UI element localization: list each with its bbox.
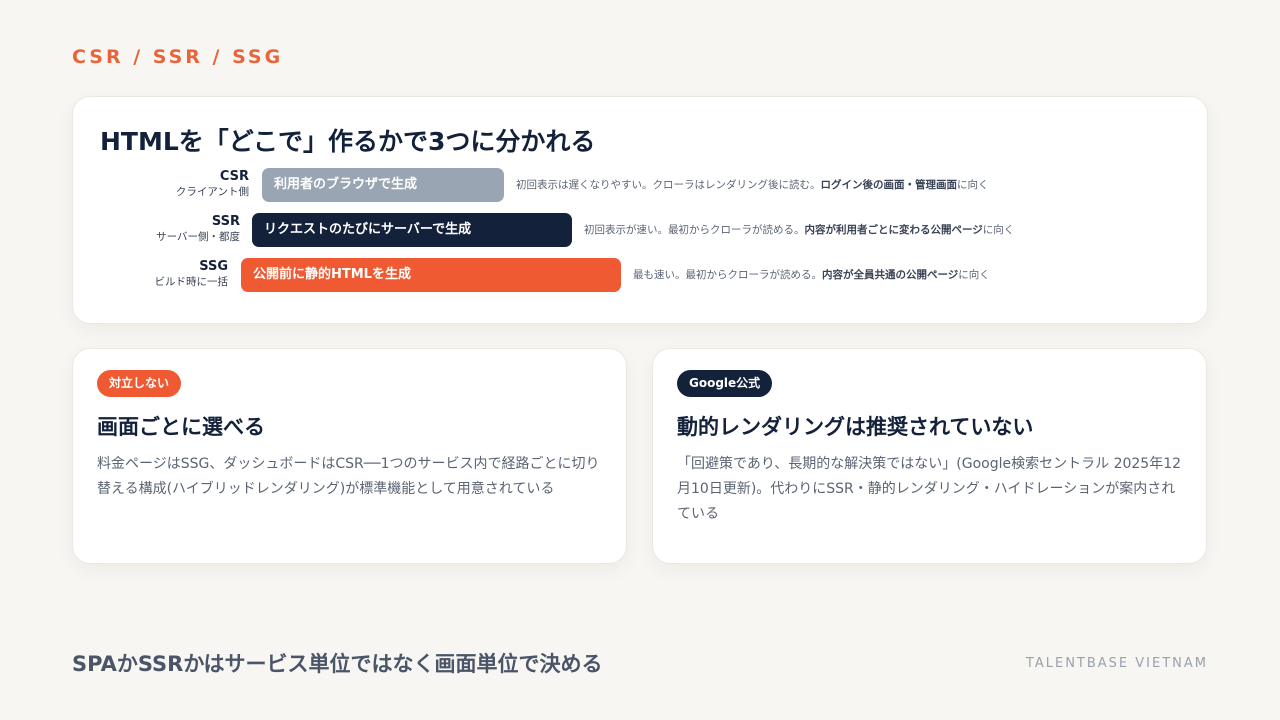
row-description: 初回表示が速い。最初からクローラが読める。内容が利用者ごとに変わる公開ページに向… xyxy=(584,213,1014,247)
row-label-sub: ビルド時に一括 xyxy=(154,276,229,288)
row-description: 最も速い。最初からクローラが読める。内容が全員共通の公開ページに向く xyxy=(633,258,990,292)
card-heading: 動的レンダリングは推奨されていない xyxy=(677,415,1034,439)
row-label-sub: クライアント側 xyxy=(175,186,249,198)
row-label: SSG ビルド時に一括 xyxy=(58,258,229,290)
badge: Google公式 xyxy=(677,370,773,397)
section-eyebrow: CSR / SSR / SSG xyxy=(72,46,284,68)
desc-tail: に向く xyxy=(957,179,989,191)
row-label: SSR サーバー側・都度 xyxy=(70,213,240,245)
desc-text: 初回表示は遅くなりやすい。クローラはレンダリング後に読む。 xyxy=(516,179,821,191)
row-label-title: CSR xyxy=(219,169,249,184)
card-title: HTMLを「どこで」作るかで3つに分かれる xyxy=(100,127,596,156)
card-body: 「回避策であり、長期的な解決策ではない」(Google検索セントラル 2025年… xyxy=(677,456,1182,522)
row-label-title: SSR xyxy=(211,214,240,229)
dynamic-rendering-card: Google公式 動的レンダリングは推奨されていない 「回避策であり、長期的な解… xyxy=(652,348,1207,564)
ssr-bar: リクエストのたびにサーバーで生成 xyxy=(252,213,572,247)
desc-tail: に向く xyxy=(982,224,1015,236)
desc-emphasis: 内容が全員共通の公開ページ xyxy=(822,269,959,281)
desc-emphasis: 内容が利用者ごとに変わる公開ページ xyxy=(804,224,983,236)
row-label: CSR クライアント側 xyxy=(79,168,249,200)
rendering-comparison-card: HTMLを「どこで」作るかで3つに分かれる CSR クライアント側 利用者のブラ… xyxy=(72,96,1208,324)
ssg-bar: 公開前に静的HTMLを生成 xyxy=(241,258,621,292)
hybrid-card: 対立しない 画面ごとに選べる 料金ページはSSG、ダッシュボードはCSR──1つ… xyxy=(72,348,627,564)
desc-emphasis: ログイン後の画面・管理画面 xyxy=(820,179,958,191)
desc-tail: に向く xyxy=(958,269,990,281)
desc-text: 最も速い。最初からクローラが読める。 xyxy=(633,269,822,281)
row-description: 初回表示は遅くなりやすい。クローラはレンダリング後に読む。ログイン後の画面・管理… xyxy=(516,168,989,202)
csr-bar: 利用者のブラウザで生成 xyxy=(262,168,504,202)
row-label-sub: サーバー側・都度 xyxy=(156,231,240,243)
card-heading: 画面ごとに選べる xyxy=(97,415,265,439)
desc-text: 初回表示が速い。最初からクローラが読める。 xyxy=(584,224,805,236)
badge: 対立しない xyxy=(97,370,182,397)
card-body: 料金ページはSSG、ダッシュボードはCSR──1つのサービス内で経路ごとに切り替… xyxy=(97,456,600,497)
takeaway-title: SPAかSSRかはサービス単位ではなく画面単位で決める xyxy=(72,652,603,676)
row-label-title: SSG xyxy=(199,259,228,274)
brand-label: TALENTBASE VIETNAM xyxy=(1025,656,1208,671)
